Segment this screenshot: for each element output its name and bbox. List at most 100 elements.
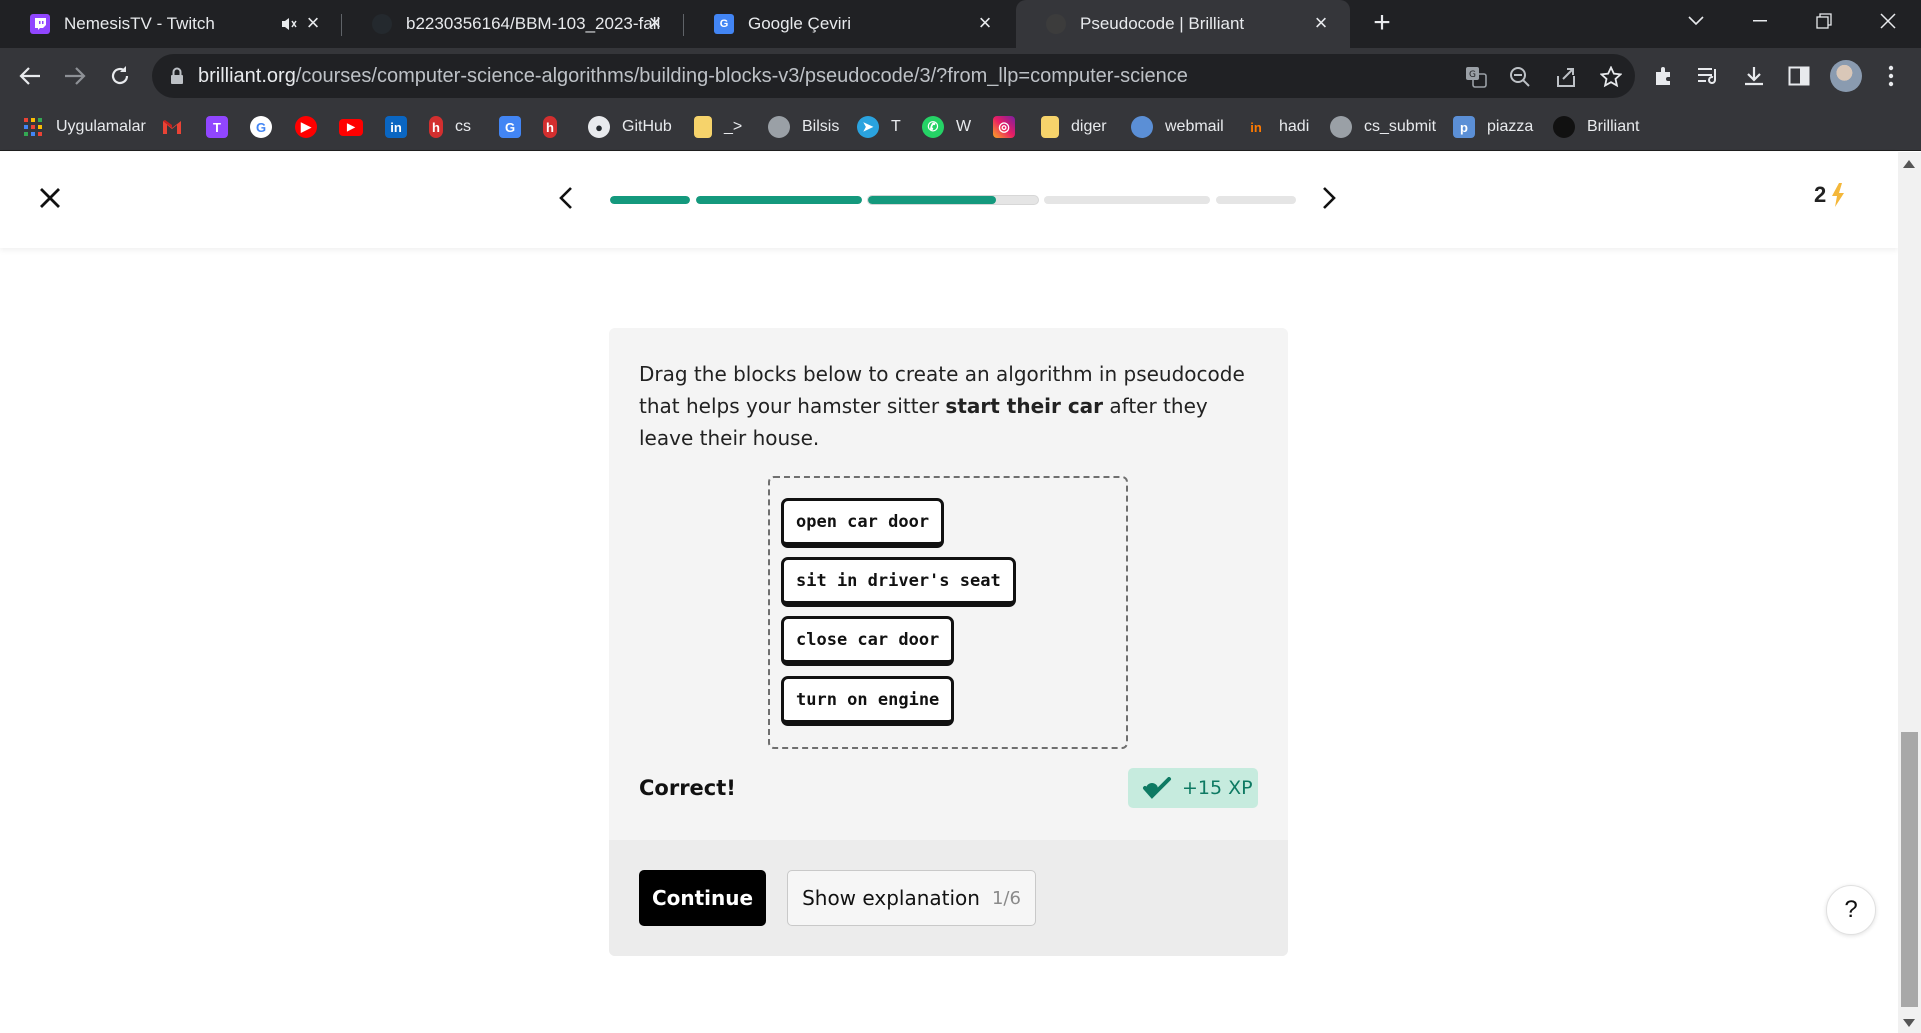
code-block[interactable]: sit in driver's seat bbox=[781, 557, 1016, 607]
webmail-icon bbox=[1131, 116, 1153, 138]
svg-text:G: G bbox=[1469, 70, 1476, 80]
folder-icon bbox=[1041, 116, 1059, 138]
address-bar[interactable]: brilliant.org/courses/computer-science-a… bbox=[152, 54, 1635, 98]
next-step-chevron-icon[interactable] bbox=[1316, 184, 1340, 212]
reload-icon[interactable] bbox=[102, 58, 138, 94]
bookmark-label: piazza bbox=[1487, 118, 1534, 135]
bookmark-piazza[interactable]: p piazza bbox=[1453, 114, 1533, 140]
bookmark-twitch[interactable]: T bbox=[206, 114, 240, 140]
close-window-icon[interactable] bbox=[1859, 0, 1917, 42]
globe-icon bbox=[768, 116, 790, 138]
bookmark-youtube[interactable]: ▶ bbox=[339, 114, 375, 140]
bookmark-google-translate[interactable]: G bbox=[499, 114, 533, 140]
close-tab-icon[interactable]: × bbox=[302, 12, 324, 35]
translate-page-icon[interactable]: G bbox=[1463, 64, 1489, 90]
bookmark-folder-diger[interactable]: diger bbox=[1041, 114, 1107, 140]
bookmark-label: Uygulamalar bbox=[56, 118, 146, 135]
url-text[interactable]: brilliant.org/courses/computer-science-a… bbox=[198, 65, 1188, 88]
bookmark-youtube-music[interactable]: ▶ bbox=[295, 114, 329, 140]
bookmark-hadi[interactable]: in hadi bbox=[1245, 114, 1309, 140]
close-lesson-icon[interactable] bbox=[36, 184, 64, 212]
bookmark-webmail[interactable]: webmail bbox=[1131, 114, 1224, 140]
code-block[interactable]: turn on engine bbox=[781, 676, 955, 726]
new-tab-button[interactable]: + bbox=[1366, 8, 1398, 40]
brilliant-icon bbox=[1553, 116, 1575, 138]
google-translate-icon: G bbox=[714, 14, 734, 34]
bookmark-label: Brilliant bbox=[1587, 118, 1640, 135]
tab-twitch[interactable]: NemesisTV - Twitch × bbox=[0, 0, 342, 48]
bookmark-folder-prompt[interactable]: _> bbox=[694, 114, 742, 140]
pseudocode-dropzone[interactable]: open car door sit in driver's seat close… bbox=[768, 476, 1128, 749]
progress-segment bbox=[696, 196, 862, 204]
scroll-up-arrow-icon[interactable] bbox=[1903, 160, 1915, 168]
restore-icon[interactable] bbox=[1795, 0, 1853, 42]
question-card: Drag the blocks below to create an algor… bbox=[609, 328, 1288, 956]
bookmark-label: Bilsis bbox=[802, 118, 840, 135]
previous-step-chevron-icon[interactable] bbox=[555, 184, 579, 212]
close-tab-icon[interactable]: × bbox=[974, 12, 996, 35]
tab-github[interactable]: b2230356164/BBM-103_2023-fall × bbox=[342, 0, 684, 48]
side-panel-icon[interactable] bbox=[1785, 62, 1813, 90]
scrollbar-thumb[interactable] bbox=[1901, 732, 1918, 1007]
scroll-down-arrow-icon[interactable] bbox=[1903, 1019, 1915, 1027]
bookmark-cs-submit[interactable]: cs_submit bbox=[1330, 114, 1436, 140]
google-translate-icon: G bbox=[499, 116, 521, 138]
progress-segment-fill bbox=[610, 196, 690, 204]
bookmark-cs[interactable]: h cs bbox=[429, 114, 471, 140]
lock-icon[interactable] bbox=[170, 67, 184, 90]
speaker-muted-icon[interactable] bbox=[280, 15, 298, 38]
bookmark-google[interactable]: G bbox=[250, 114, 284, 140]
bookmark-telegram[interactable]: ➤ T bbox=[857, 114, 901, 140]
explanation-count: 1/6 bbox=[991, 887, 1021, 909]
show-explanation-label: Show explanation bbox=[802, 886, 980, 910]
back-arrow-icon[interactable] bbox=[12, 58, 48, 94]
globe-icon bbox=[1330, 116, 1352, 138]
reading-list-icon[interactable] bbox=[1695, 62, 1723, 90]
zoom-out-icon[interactable] bbox=[1507, 64, 1533, 90]
bookmark-label: webmail bbox=[1165, 118, 1224, 135]
tab-title: Pseudocode | Brilliant bbox=[1080, 14, 1245, 33]
bookmark-label: T bbox=[891, 118, 901, 135]
linkedin-icon: in bbox=[385, 116, 407, 138]
bookmark-instagram[interactable]: ◎ bbox=[993, 114, 1027, 140]
bookmark-whatsapp[interactable]: ✆ W bbox=[922, 114, 971, 140]
forward-arrow-icon[interactable] bbox=[57, 58, 93, 94]
bookmark-hacettepe[interactable]: h bbox=[543, 114, 569, 140]
tab-google-translate[interactable]: G Google Çeviri × bbox=[684, 0, 1014, 48]
bookmark-github[interactable]: ● GitHub bbox=[588, 114, 672, 140]
continue-button[interactable]: Continue bbox=[639, 870, 766, 926]
kebab-menu-icon[interactable] bbox=[1877, 62, 1905, 90]
page-scrollbar[interactable] bbox=[1898, 152, 1921, 1033]
progress-segment-fill bbox=[696, 196, 862, 204]
bookmark-linkedin[interactable]: in bbox=[385, 114, 419, 140]
twitch-icon: T bbox=[206, 116, 228, 138]
show-explanation-button[interactable]: Show explanation 1/6 bbox=[787, 870, 1036, 926]
hacettepe-icon: h bbox=[429, 116, 443, 138]
extensions-puzzle-icon[interactable] bbox=[1650, 62, 1678, 90]
close-tab-icon[interactable]: × bbox=[1310, 12, 1332, 35]
xp-badge: +15 XP bbox=[1128, 768, 1258, 808]
bookmark-star-icon[interactable] bbox=[1598, 64, 1624, 90]
close-tab-icon[interactable]: × bbox=[644, 12, 666, 35]
bookmark-bilsis[interactable]: Bilsis bbox=[768, 114, 839, 140]
profile-avatar[interactable] bbox=[1830, 60, 1862, 92]
bookmark-brilliant[interactable]: Brilliant bbox=[1553, 114, 1639, 140]
lesson-header: 2 bbox=[0, 152, 1898, 248]
tab-brilliant[interactable]: Pseudocode | Brilliant × bbox=[1016, 0, 1350, 48]
minimize-icon[interactable] bbox=[1731, 0, 1789, 42]
share-icon[interactable] bbox=[1553, 64, 1579, 90]
tab-search-chevron-icon[interactable] bbox=[1667, 0, 1725, 42]
download-icon[interactable] bbox=[1740, 62, 1768, 90]
bookmark-gmail[interactable] bbox=[161, 114, 195, 140]
bookmark-uygulamalar[interactable]: Uygulamalar bbox=[22, 114, 146, 140]
page-content: 2 Drag the blocks below to create an alg… bbox=[0, 152, 1898, 1033]
hacettepe-icon: h bbox=[543, 116, 557, 138]
prompt-emphasis: start their car bbox=[945, 394, 1104, 418]
piazza-icon: p bbox=[1453, 116, 1475, 138]
code-block[interactable]: open car door bbox=[781, 498, 945, 548]
progress-segment bbox=[610, 196, 690, 204]
energy-counter[interactable]: 2 bbox=[1814, 182, 1846, 208]
progress-segment bbox=[1216, 196, 1296, 204]
help-button[interactable]: ? bbox=[1826, 885, 1876, 935]
code-block[interactable]: close car door bbox=[781, 616, 955, 666]
